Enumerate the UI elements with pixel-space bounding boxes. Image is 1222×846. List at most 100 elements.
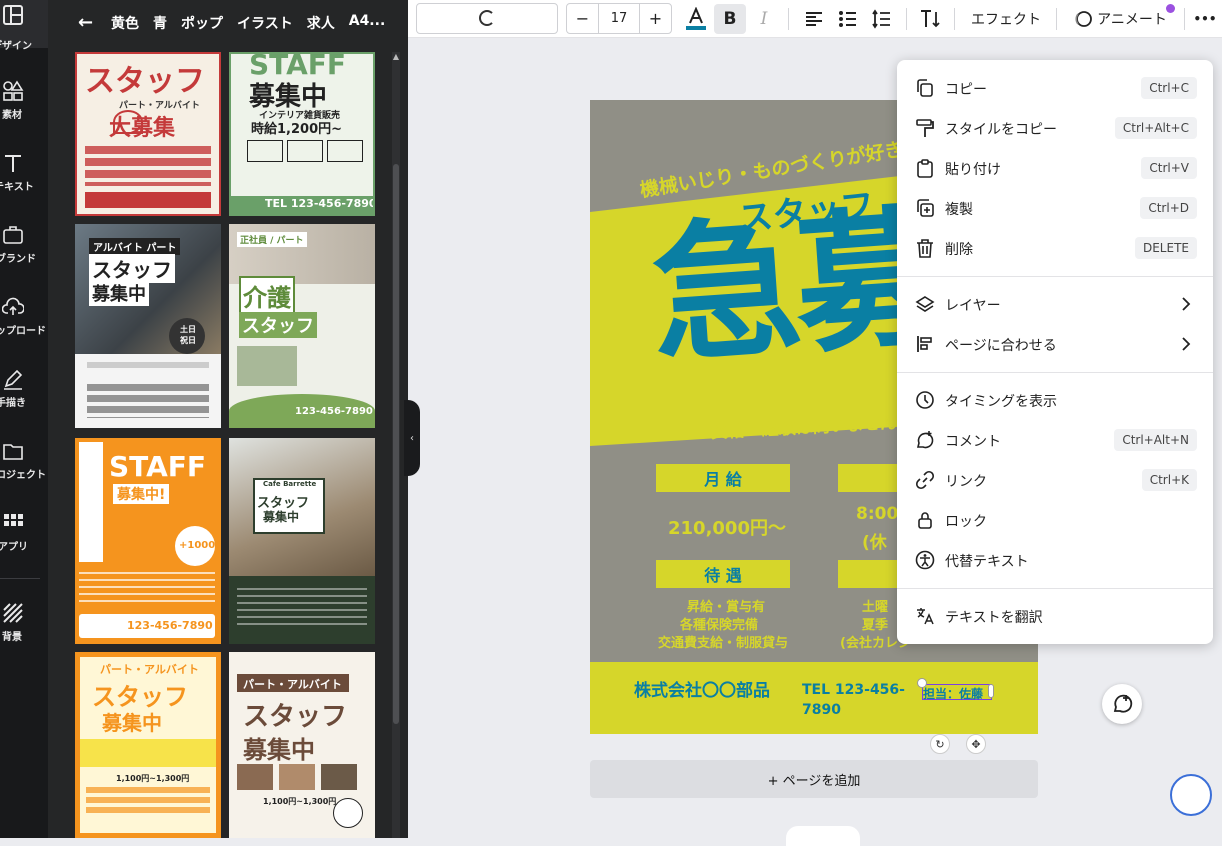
help-button[interactable] — [1170, 774, 1212, 816]
move-handle-icon[interactable]: ✥ — [966, 734, 986, 754]
list-button[interactable] — [834, 4, 862, 34]
font-family-select[interactable] — [416, 3, 558, 34]
template-card[interactable]: アルバイト パート スタッフ 募集中 土日 祝日 — [75, 224, 221, 428]
menu-item-align-page[interactable]: ページに合わせる — [897, 324, 1213, 364]
menu-item-layer[interactable]: レイヤー — [897, 284, 1213, 324]
toolbar-divider — [906, 8, 907, 30]
template-card[interactable]: 正社員 / パート 介護 スタッフ 123-456-7890 — [229, 224, 375, 428]
poster-perk: 各種保険完備 — [680, 618, 759, 633]
animate-button[interactable]: アニメート — [1068, 4, 1172, 34]
rail-item-design[interactable]: デザイン — [0, 0, 48, 52]
menu-item-lock[interactable]: ロック — [897, 500, 1213, 540]
menu-label: 貼り付け — [945, 162, 1001, 178]
poster-salary: 210,000円〜 — [668, 518, 786, 539]
notes-tab[interactable] — [786, 826, 860, 846]
bold-button[interactable]: B — [714, 4, 746, 34]
font-size-input[interactable]: 17 — [598, 4, 640, 33]
rotate-handle-icon[interactable]: ↻ — [930, 734, 950, 754]
rail-label-elements: 素材 — [2, 110, 22, 121]
notification-dot — [1166, 4, 1175, 13]
rail-item-upload[interactable]: アップロード — [0, 282, 48, 354]
chip-keyword[interactable]: 求人 — [307, 13, 335, 33]
add-comment-button[interactable] — [1102, 684, 1142, 724]
template-card[interactable]: パート・アルバイト スタッフ 募集中 1,100円~1,300円 — [75, 652, 221, 838]
panel-scrollbar[interactable]: ▲ — [392, 52, 400, 838]
menu-label: リンク — [945, 474, 987, 490]
menu-label: テキストを翻訳 — [945, 610, 1043, 626]
rail-item-draw[interactable]: 手描き — [0, 354, 48, 426]
elements-icon — [3, 80, 24, 101]
menu-divider — [897, 372, 1213, 373]
template-wage: 1,100円~1,300円 — [116, 774, 190, 783]
rail-item-brand[interactable]: ブランド — [0, 210, 48, 282]
menu-item-duplicate[interactable]: 複製 Ctrl+D — [897, 188, 1213, 228]
menu-item-link[interactable]: リンク Ctrl+K — [897, 460, 1213, 500]
menu-label: 削除 — [945, 242, 973, 258]
template-sub: Cafe Barrette — [263, 480, 317, 488]
vertical-text-button[interactable] — [916, 4, 944, 34]
poster-holiday: 夏季 — [862, 618, 889, 633]
align-icon — [917, 336, 932, 352]
chip-keyword[interactable]: イラスト — [237, 13, 293, 33]
menu-label: ロック — [945, 514, 987, 530]
italic-button[interactable]: I — [750, 4, 778, 34]
align-button[interactable] — [800, 4, 828, 34]
chip-keyword[interactable]: 黄色 — [111, 13, 139, 33]
collapse-panel-button[interactable]: ‹ — [404, 400, 420, 476]
shortcut-badge: Ctrl+Alt+C — [1114, 117, 1197, 139]
spacing-button[interactable] — [868, 4, 896, 34]
menu-label: コピー — [945, 82, 987, 98]
menu-item-delete[interactable]: 削除 DELETE — [897, 228, 1213, 268]
shortcut-badge: Ctrl+K — [1141, 469, 1197, 491]
toolbar-divider — [1184, 8, 1185, 30]
rail-label-brand: ブランド — [0, 254, 36, 265]
rail-item-elements[interactable]: 素材 — [0, 66, 48, 138]
template-card[interactable]: STAFF 募集中 インテリア雑貨販売 時給1,200円~ TEL 123-45… — [229, 52, 375, 216]
template-card[interactable]: Cafe Barrette スタッフ 募集中 — [229, 438, 375, 644]
effects-button[interactable]: エフェクト — [966, 4, 1046, 34]
increase-font-size-button[interactable]: + — [640, 4, 671, 33]
menu-item-comment[interactable]: コメント Ctrl+Alt+N — [897, 420, 1213, 460]
template-card[interactable]: スタッフ パート・アルバイト 大募集 — [75, 52, 221, 216]
resize-handle[interactable] — [988, 684, 994, 698]
menu-item-translate[interactable]: テキストを翻訳 — [897, 596, 1213, 636]
text-color-button[interactable] — [682, 4, 710, 34]
translate-icon — [917, 608, 934, 625]
rail-item-text[interactable]: テキスト — [0, 138, 48, 210]
poster-time-2: (休 — [862, 533, 887, 553]
back-arrow-icon[interactable]: ← — [78, 12, 96, 33]
template-card[interactable]: パート・アルバイト スタッフ 募集中 1,100円~1,300円 — [229, 652, 375, 838]
menu-item-timing[interactable]: タイミングを表示 — [897, 380, 1213, 420]
shortcut-badge: Ctrl+Alt+N — [1114, 429, 1197, 451]
more-options-button[interactable]: ••• — [1192, 4, 1218, 34]
clock-icon — [916, 391, 934, 409]
menu-item-copy[interactable]: コピー Ctrl+C — [897, 68, 1213, 108]
scroll-thumb[interactable] — [393, 164, 399, 724]
vertical-text-icon — [921, 10, 940, 28]
menu-divider — [897, 588, 1213, 589]
template-card[interactable]: STAFF 募集中! +1000 123-456-7890 — [75, 438, 221, 644]
layers-icon — [915, 296, 935, 312]
chevron-left-icon: ‹ — [410, 432, 414, 444]
chip-keyword[interactable]: ポップ — [181, 13, 223, 33]
rail-item-projects[interactable]: プロジェクト — [0, 426, 48, 498]
layout-icon — [3, 5, 23, 25]
menu-label: レイヤー — [945, 298, 1001, 314]
add-page-button[interactable]: + ページを追加 — [590, 760, 1038, 798]
chip-keyword[interactable]: A4... — [349, 13, 386, 33]
poster-contact-selected[interactable]: 担当：佐藤 — [922, 684, 992, 701]
template-badge: +1000 — [179, 540, 216, 551]
menu-item-paste[interactable]: 貼り付け Ctrl+V — [897, 148, 1213, 188]
menu-item-alt-text[interactable]: 代替テキスト — [897, 540, 1213, 580]
chevron-right-icon — [1182, 297, 1191, 311]
poster-company: 株式会社〇〇部品 — [634, 681, 770, 701]
decrease-font-size-button[interactable]: − — [567, 4, 598, 33]
chip-keyword[interactable]: 青 — [153, 13, 167, 33]
menu-divider — [897, 276, 1213, 277]
poster-label-salary: 月 給 — [656, 464, 790, 492]
rail-item-apps[interactable]: アプリ — [0, 498, 48, 570]
scroll-up-icon[interactable]: ▲ — [392, 52, 400, 62]
menu-item-copy-style[interactable]: スタイルをコピー Ctrl+Alt+C — [897, 108, 1213, 148]
resize-handle[interactable] — [917, 678, 927, 688]
rail-item-background[interactable]: 背景 — [0, 588, 48, 660]
